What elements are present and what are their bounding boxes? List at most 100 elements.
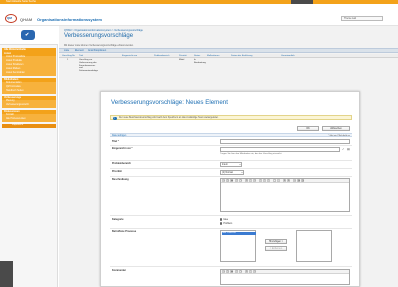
priority-value: (2) Normal — [222, 172, 233, 174]
editor-toolbar: ✂ ⎘ ▣ ↶ ↷ B I U — [221, 270, 349, 274]
available-processes-list[interactable]: Alle Prozesse — [220, 230, 256, 262]
sidebar-item-qm-forms[interactable]: QM Formulare — [2, 86, 56, 90]
address-book-icon[interactable]: ▤ — [347, 147, 350, 151]
priority-select[interactable]: (2) Normal ▾ — [220, 170, 244, 175]
sidebar-item-risks[interactable]: Listen Risiken — [2, 68, 56, 72]
cut-icon[interactable]: ✂ — [222, 270, 225, 274]
list-item-selected[interactable]: Alle Prozesse — [221, 231, 256, 235]
description-editor[interactable]: ✂ ⎘ ▣ ↶ ↷ B I U ≡ ≡ ≡ ⋮ • A A ∞ ▦ ▨ — [220, 178, 350, 212]
redo-icon[interactable]: ↷ — [239, 179, 242, 183]
align-left-icon[interactable]: ≡ — [259, 179, 262, 183]
sidebar-item-documentation[interactable]: Dokumentation — [2, 82, 56, 86]
underline-icon[interactable]: U — [253, 179, 256, 183]
text-color-icon[interactable]: A — [283, 179, 286, 183]
category-option-label: Idee — [223, 218, 229, 221]
row-divider — [110, 266, 352, 267]
align-center-icon[interactable]: ≡ — [263, 179, 266, 183]
sidebar-item-structures[interactable]: Listen Strukturen — [2, 64, 56, 68]
site-header: QM QHAM Organisationsinformationssystem … — [0, 4, 398, 26]
add-button[interactable]: Hinzufügen > — [265, 239, 287, 244]
numbered-list-icon[interactable]: ⋮ — [273, 179, 276, 183]
category-label: Kategorie — [112, 218, 124, 221]
site-brand[interactable]: QHAM — [20, 17, 32, 22]
submitter-field[interactable] — [220, 147, 340, 152]
sidebar-item-contact[interactable]: Kontakt — [2, 114, 56, 118]
copy-icon[interactable]: ⎘ — [226, 179, 229, 183]
sidebar-item-planning[interactable]: Planung — [2, 100, 56, 104]
copy-icon[interactable]: ⎘ — [226, 270, 229, 274]
site-logo[interactable]: QM — [5, 14, 17, 23]
dialog-toolbar: Datei anfügen * Gibt ein Pflichtfeld an — [110, 133, 352, 137]
check-names-icon[interactable]: ✓ — [342, 147, 345, 151]
row-divider — [110, 168, 352, 169]
link-icon[interactable]: ∞ — [293, 179, 296, 183]
row-divider — [110, 160, 352, 161]
bold-icon[interactable]: B — [245, 270, 248, 274]
sidebar-item-kpis[interactable]: Listen Kennzahlen — [2, 72, 56, 76]
area-label: Problembereich — [112, 162, 131, 165]
undo-icon[interactable]: ↶ — [235, 270, 238, 274]
row-divider — [110, 145, 352, 146]
align-right-icon[interactable]: ≡ — [267, 179, 270, 183]
paste-icon[interactable]: ▣ — [230, 270, 233, 274]
dialog-title: Verbesserungsvorschläge: Neues Element — [111, 99, 228, 106]
undo-icon[interactable]: ↶ — [235, 179, 238, 183]
italic-icon[interactable]: I — [249, 179, 252, 183]
cancel-button[interactable]: Abbrechen — [322, 126, 350, 131]
description-label: Beschreibung — [112, 178, 129, 181]
nav-section-all-content[interactable]: Alle Websiteinhalte — [2, 48, 56, 52]
info-icon: i — [113, 116, 117, 120]
chevron-down-icon: ▾ — [239, 164, 241, 166]
title-field[interactable] — [220, 139, 350, 144]
row-divider — [110, 176, 352, 177]
submitter-label: Eingereicht von * — [112, 147, 133, 150]
sidebar-item-recycle-bin[interactable]: Papierkorb — [2, 124, 56, 128]
redo-icon[interactable]: ↷ — [239, 270, 242, 274]
table-icon[interactable]: ▦ — [297, 179, 300, 183]
cut-icon[interactable]: ✂ — [222, 179, 225, 183]
nav-section-improvements[interactable]: Verbesserungs — [2, 96, 56, 100]
related-label: Betroffene Prozesse — [112, 230, 137, 233]
bold-icon[interactable]: B — [245, 179, 248, 183]
info-text: Der neue Beschwerdevorschlag wird nach d… — [119, 117, 219, 119]
comment-editor[interactable]: ✂ ⎘ ▣ ↶ ↷ B I U — [220, 269, 350, 285]
remove-button[interactable]: < Entfernen — [265, 246, 287, 251]
category-option-problem[interactable]: Problem — [220, 222, 232, 225]
quick-launch-sidebar: ✔ Alle Websiteinhalte Listen Listen Proz… — [0, 26, 58, 287]
nav-section-lists[interactable]: Listen — [2, 52, 56, 56]
logo-text: QM — [7, 16, 12, 20]
highlight-icon[interactable]: A — [287, 179, 290, 183]
sidebar-item-process-list[interactable]: Listen Prozessliste — [2, 56, 56, 60]
sidebar-logo: ✔ — [0, 26, 58, 45]
submitter-hint: Tragen Sie hier den Mitarbeiter ein, der… — [220, 153, 282, 155]
area-select[interactable]: Intern ▾ — [220, 162, 242, 167]
italic-icon[interactable]: I — [249, 270, 252, 274]
comment-label: Kommentar — [112, 269, 126, 272]
new-item-dialog: Verbesserungsvorschläge: Neues Element i… — [100, 91, 360, 287]
image-icon[interactable]: ▨ — [301, 179, 304, 183]
screen-frame-corner — [0, 261, 13, 287]
sidebar-item-suggestions[interactable]: Verbesserungsvorschl. — [2, 104, 56, 108]
row-divider — [110, 215, 352, 216]
paste-icon[interactable]: ▣ — [230, 179, 233, 183]
selected-processes-list[interactable] — [296, 230, 332, 262]
welcome-menu[interactable]: Theme Lab — [341, 16, 383, 21]
sidebar-item-handbook[interactable]: Handbuch Seiten — [2, 90, 56, 94]
chevron-down-icon: ▾ — [241, 172, 243, 174]
item-form: Titel * Eingereicht von * ✓ ▤ Tragen Sie… — [110, 138, 352, 286]
check-logo-icon: ✔ — [21, 30, 35, 40]
sidebar-item-products[interactable]: Listen Produkte — [2, 60, 56, 64]
info-bar: i Der neue Beschwerdevorschlag wird nach… — [110, 115, 352, 120]
row-divider — [110, 228, 352, 229]
editor-toolbar: ✂ ⎘ ▣ ↶ ↷ B I U ≡ ≡ ≡ ⋮ • A A ∞ ▦ ▨ — [221, 179, 349, 183]
nav-section-discussions[interactable]: Diskussionen — [2, 110, 56, 114]
ok-button[interactable]: OK — [297, 126, 319, 131]
bullet-list-icon[interactable]: • — [277, 179, 280, 183]
sidebar-item-all-processes[interactable]: Alle Prozess-Listen — [2, 118, 56, 122]
category-option-label: Problem — [223, 222, 233, 225]
underline-icon[interactable]: U — [253, 270, 256, 274]
area-value: Intern — [222, 164, 228, 166]
category-option-idea[interactable]: Idee — [220, 218, 228, 221]
site-title[interactable]: Organisationsinformationssystem — [37, 17, 102, 22]
nav-section-libraries[interactable]: Bibliotheken — [2, 78, 56, 82]
